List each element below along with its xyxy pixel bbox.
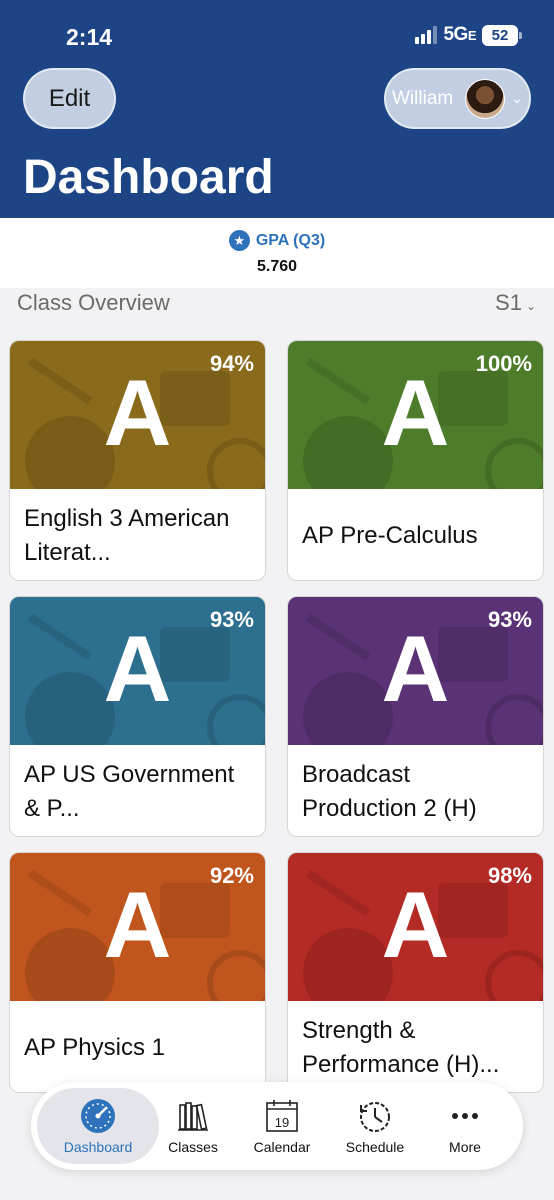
class-card-footer: English 3 American Literat... (10, 489, 265, 580)
class-percent: 92% (209, 863, 254, 888)
calendar-day: 19 (275, 1115, 289, 1130)
tab-schedule[interactable]: Schedule (327, 1082, 423, 1170)
tab-more[interactable]: More (417, 1082, 513, 1170)
class-name: AP Physics 1 (24, 1033, 165, 1061)
class-card-footer: Strength & Performance (H)... (288, 1001, 543, 1092)
gpa-label: GPA (Q3) (255, 231, 326, 249)
more-dots-icon (452, 1113, 478, 1119)
edit-button[interactable]: Edit (23, 68, 116, 129)
page-title: Dashboard (23, 151, 274, 204)
class-name: AP Pre-Calculus (302, 521, 478, 549)
tab-label: More (449, 1139, 481, 1155)
chevron-down-icon: ⌄ (511, 90, 523, 106)
gpa-summary[interactable]: ★ GPA (Q3) 5.760 (0, 218, 554, 288)
tab-label: Schedule (345, 1139, 405, 1155)
clock-history-icon (360, 1102, 390, 1132)
tab-dashboard[interactable]: Dashboard (37, 1088, 159, 1164)
class-card-footer: AP Pre-Calculus (288, 489, 543, 580)
user-name: William (392, 87, 454, 109)
app-header: 2:14 5GE 52 Edit William ⌄ Dashboard (0, 0, 554, 218)
calendar-icon: 19 (266, 1100, 298, 1132)
status-indicators: 5GE 52 (415, 24, 522, 46)
class-card-banner: A 98% (288, 853, 543, 1001)
class-card[interactable]: A 94% English 3 American Literat... (9, 340, 266, 581)
tab-label: Classes (168, 1139, 218, 1155)
class-card-banner: A 100% (288, 341, 543, 489)
class-percent: 98% (487, 863, 532, 888)
battery-icon: 52 (482, 24, 522, 46)
star-icon: ★ (228, 230, 250, 251)
class-name: English 3 American Literat... (24, 504, 230, 566)
network-indicator: 5GE (443, 24, 476, 45)
class-card-footer: AP US Government & P... (10, 745, 265, 836)
class-percent: 93% (209, 607, 254, 632)
class-card[interactable]: A 93% Broadcast Production 2 (H) (287, 596, 544, 837)
class-card[interactable]: A 93% AP US Government & P... (9, 596, 266, 837)
tab-classes[interactable]: Classes (145, 1082, 241, 1170)
class-card[interactable]: A 98% Strength & Performance (H)... (287, 852, 544, 1093)
section-title: Class Overview (17, 290, 170, 315)
class-name: Strength & Performance (H)... (302, 1016, 500, 1078)
term-selector[interactable]: S1 ⌄ (495, 290, 536, 316)
class-percent: 94% (209, 351, 254, 376)
class-card-banner: A 92% (10, 853, 265, 1001)
class-percent: 93% (487, 607, 532, 632)
class-card-banner: A 94% (10, 341, 265, 489)
signal-icon (415, 26, 438, 44)
dashboard-gauge-icon (81, 1099, 115, 1133)
avatar (465, 78, 506, 119)
class-percent: 100% (475, 351, 532, 376)
chevron-down-icon: ⌄ (525, 299, 536, 313)
class-card-footer: Broadcast Production 2 (H) (288, 745, 543, 836)
status-time: 2:14 (66, 24, 113, 50)
class-card-banner: A 93% (288, 597, 543, 745)
class-card-banner: A 93% (10, 597, 265, 745)
tab-bar: Dashboard Classes 19 Calendar Schedule M… (31, 1082, 523, 1170)
class-card-footer: AP Physics 1 (10, 1001, 265, 1092)
user-switcher-button[interactable]: William ⌄ (384, 68, 531, 129)
tab-calendar[interactable]: 19 Calendar (234, 1082, 330, 1170)
class-card[interactable]: A 92% AP Physics 1 (9, 852, 266, 1093)
class-name: AP US Government & P... (24, 760, 235, 822)
class-name: Broadcast Production 2 (H) (302, 760, 477, 822)
tab-label: Dashboard (63, 1139, 133, 1155)
class-card[interactable]: A 100% AP Pre-Calculus (287, 340, 544, 581)
gpa-value: 5.760 (256, 258, 298, 275)
tab-label: Calendar (253, 1139, 311, 1155)
books-icon (178, 1102, 208, 1131)
